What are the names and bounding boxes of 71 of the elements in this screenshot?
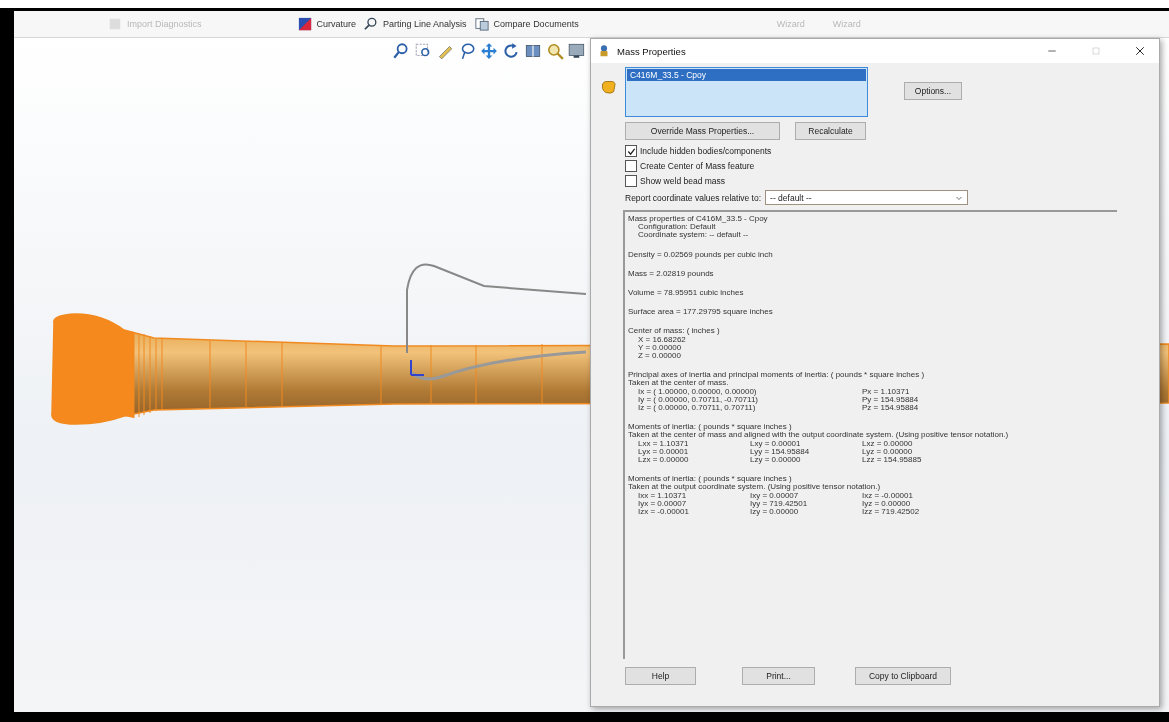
report-value: Lxx = 1.10371 (638, 439, 690, 448)
close-icon[interactable] (1134, 45, 1146, 57)
report-value: Lzx = 0.00000 (638, 456, 690, 465)
report-value: Izy = 0.00000 (750, 508, 800, 517)
report-value: Py = 154.95884 (862, 395, 920, 404)
monitor-icon[interactable] (568, 42, 586, 60)
override-button[interactable]: Override Mass Properties... (625, 122, 780, 140)
options-button[interactable]: Options... (904, 82, 962, 100)
copy-button[interactable]: Copy to Clipboard (855, 667, 951, 685)
report-value: Iyz = 0.00000 (862, 499, 912, 508)
toolbar-button[interactable]: Compare Documents (470, 17, 583, 31)
book-icon[interactable] (524, 42, 542, 60)
report-line: Taken at the center of mass. (628, 379, 729, 388)
checkbox-label: Create Center of Mass feature (640, 161, 755, 171)
report-value: Iz = ( 0.00000, 0.70711, 0.70711) (638, 404, 756, 413)
report-line: Mass properties of C416M_33.5 - Cpoy (628, 215, 769, 223)
documents-icon (474, 17, 489, 31)
report-value: Ixy = 0.00007 (750, 491, 799, 500)
help-button[interactable]: Help (625, 667, 696, 685)
report-line: Surface area = 177.29795 square inches (628, 308, 774, 317)
report-line: Moments of inertia: ( pounds * square inches ) (628, 423, 792, 432)
report-value: Iyx = 0.00007 (638, 499, 688, 508)
dialog-title: Mass Properties (617, 45, 687, 57)
report-line: Y = 0.00000 (637, 343, 683, 353)
report-value: Lyy = 154.95884 (750, 447, 811, 456)
report-value: Lzz = 154.95885 (862, 456, 923, 465)
magnifier-icon[interactable] (546, 42, 564, 60)
toolbar-button[interactable]: Curvature (293, 17, 361, 31)
checkbox[interactable] (625, 175, 637, 187)
report-value: Izz = 719.42502 (862, 508, 921, 517)
magnifier-icon[interactable] (392, 42, 410, 60)
field-label: Report coordinate values relative to: (625, 192, 762, 203)
body-selection-list[interactable]: C416M_33.5 - Cpoy (625, 67, 868, 117)
report-value: Px = 1.10371 (862, 387, 911, 396)
recalculate-button[interactable]: Recalculate (795, 122, 866, 140)
checkbox[interactable] (625, 145, 637, 157)
report-line: Coordinate system: -- default -- (637, 231, 750, 240)
report-line: Volume = 78.95951 cubic inches (628, 289, 745, 298)
report-line: Density = 0.02569 pounds per cubic inch (628, 250, 774, 259)
checkbox-label: Include hidden bodies/components (640, 146, 772, 156)
coordinate-dropdown[interactable]: -- default -- (765, 190, 969, 205)
report-line: Moments of inertia: ( pounds * square inches ) (628, 475, 793, 484)
rotate-icon[interactable] (502, 42, 520, 60)
report-line: Mass = 2.02819 pounds (628, 269, 715, 278)
report-value: Pz = 154.95884 (862, 404, 920, 413)
report-value: Iyy = 719.42501 (750, 499, 809, 508)
print-button[interactable]: Print... (742, 667, 815, 685)
report-value: Lyz = 0.00000 (862, 447, 914, 456)
report-value: Lxz = 0.00000 (862, 439, 913, 448)
report-value: Iy = ( 0.00000, 0.70711, -0.70711) (638, 395, 759, 404)
curvature-icon (297, 17, 312, 31)
report-value: Lyx = 0.00001 (638, 447, 690, 456)
report-value: Ixx = 1.10371 (638, 491, 687, 500)
report-line: Taken at the output coordinate system. (Using positive tensor notation.) (628, 483, 882, 492)
report-line: Z = 0.00000 (637, 352, 682, 361)
report-value: Izx = -0.00001 (638, 508, 690, 517)
report-value: Ixz = -0.00001 (862, 491, 914, 500)
list-item[interactable]: C416M_33.5 - Cpoy (627, 69, 866, 81)
report-line: Center of mass: ( inches ) (628, 327, 721, 336)
checkbox-label: Show weld bead mass (640, 176, 726, 186)
report-value: Lzy = 0.00000 (750, 456, 802, 465)
report-value: Ix = ( 1.00000, 0.00000, 0.00000) (638, 387, 757, 396)
report-line: Principal axes of inertia and principal moments of inertia: ( pounds * square inches ) (628, 371, 926, 380)
report-value: Lxy = 0.00001 (750, 439, 802, 448)
report-line: Configuration: Default (637, 223, 716, 232)
move-arrows-icon[interactable] (480, 42, 498, 60)
report-line: Taken at the center of mass and aligned with the output coordinate system. (Using positive tensor notation.) (628, 431, 1010, 440)
checkbox[interactable] (625, 160, 637, 172)
toolbar-button[interactable]: Parting Line Analysis (360, 17, 471, 31)
magnifier-icon (364, 17, 379, 31)
report-line: X = 16.68262 (637, 335, 687, 344)
